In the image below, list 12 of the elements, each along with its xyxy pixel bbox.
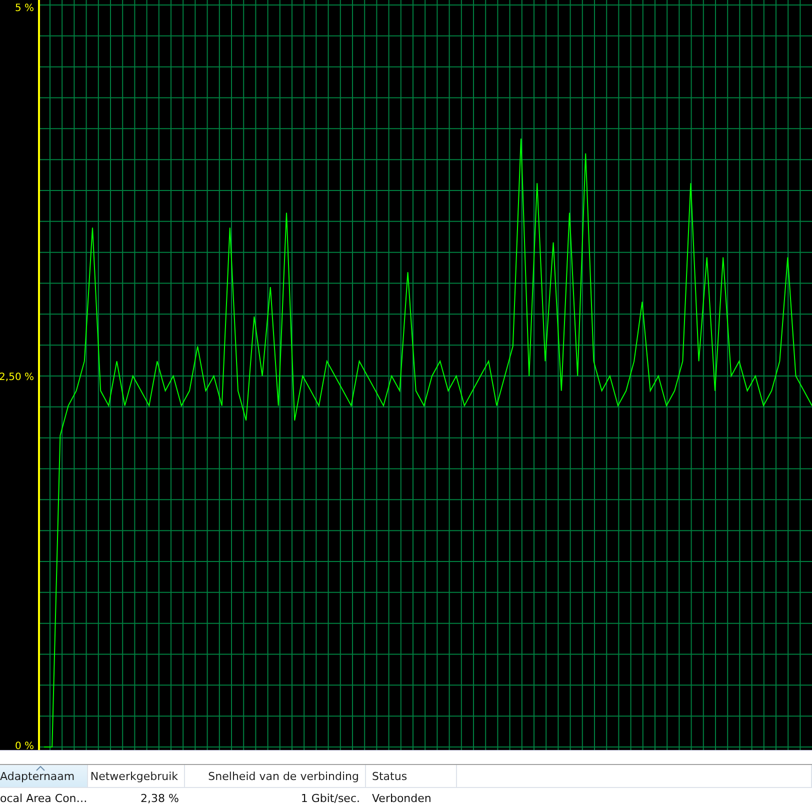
axis-label: 2,50 % (0, 372, 34, 383)
sort-caret-icon (36, 766, 45, 771)
table-cell-text: Verbonden (371, 790, 432, 806)
column-header[interactable]: Adapternaam (0, 765, 88, 788)
axis-label: 0 % (14, 741, 34, 750)
column-header[interactable]: Netwerkgebruik (88, 765, 185, 788)
column-header[interactable]: Status (366, 765, 457, 788)
column-header[interactable]: Snelheid van de verbinding (185, 765, 366, 788)
table-cell-text: 1 Gbit/sec. (300, 790, 361, 806)
table-cell-text: ocal Area Con… (0, 790, 88, 806)
axis-label: 5 % (14, 3, 34, 14)
table-cell-text: 2,38 % (140, 790, 180, 806)
